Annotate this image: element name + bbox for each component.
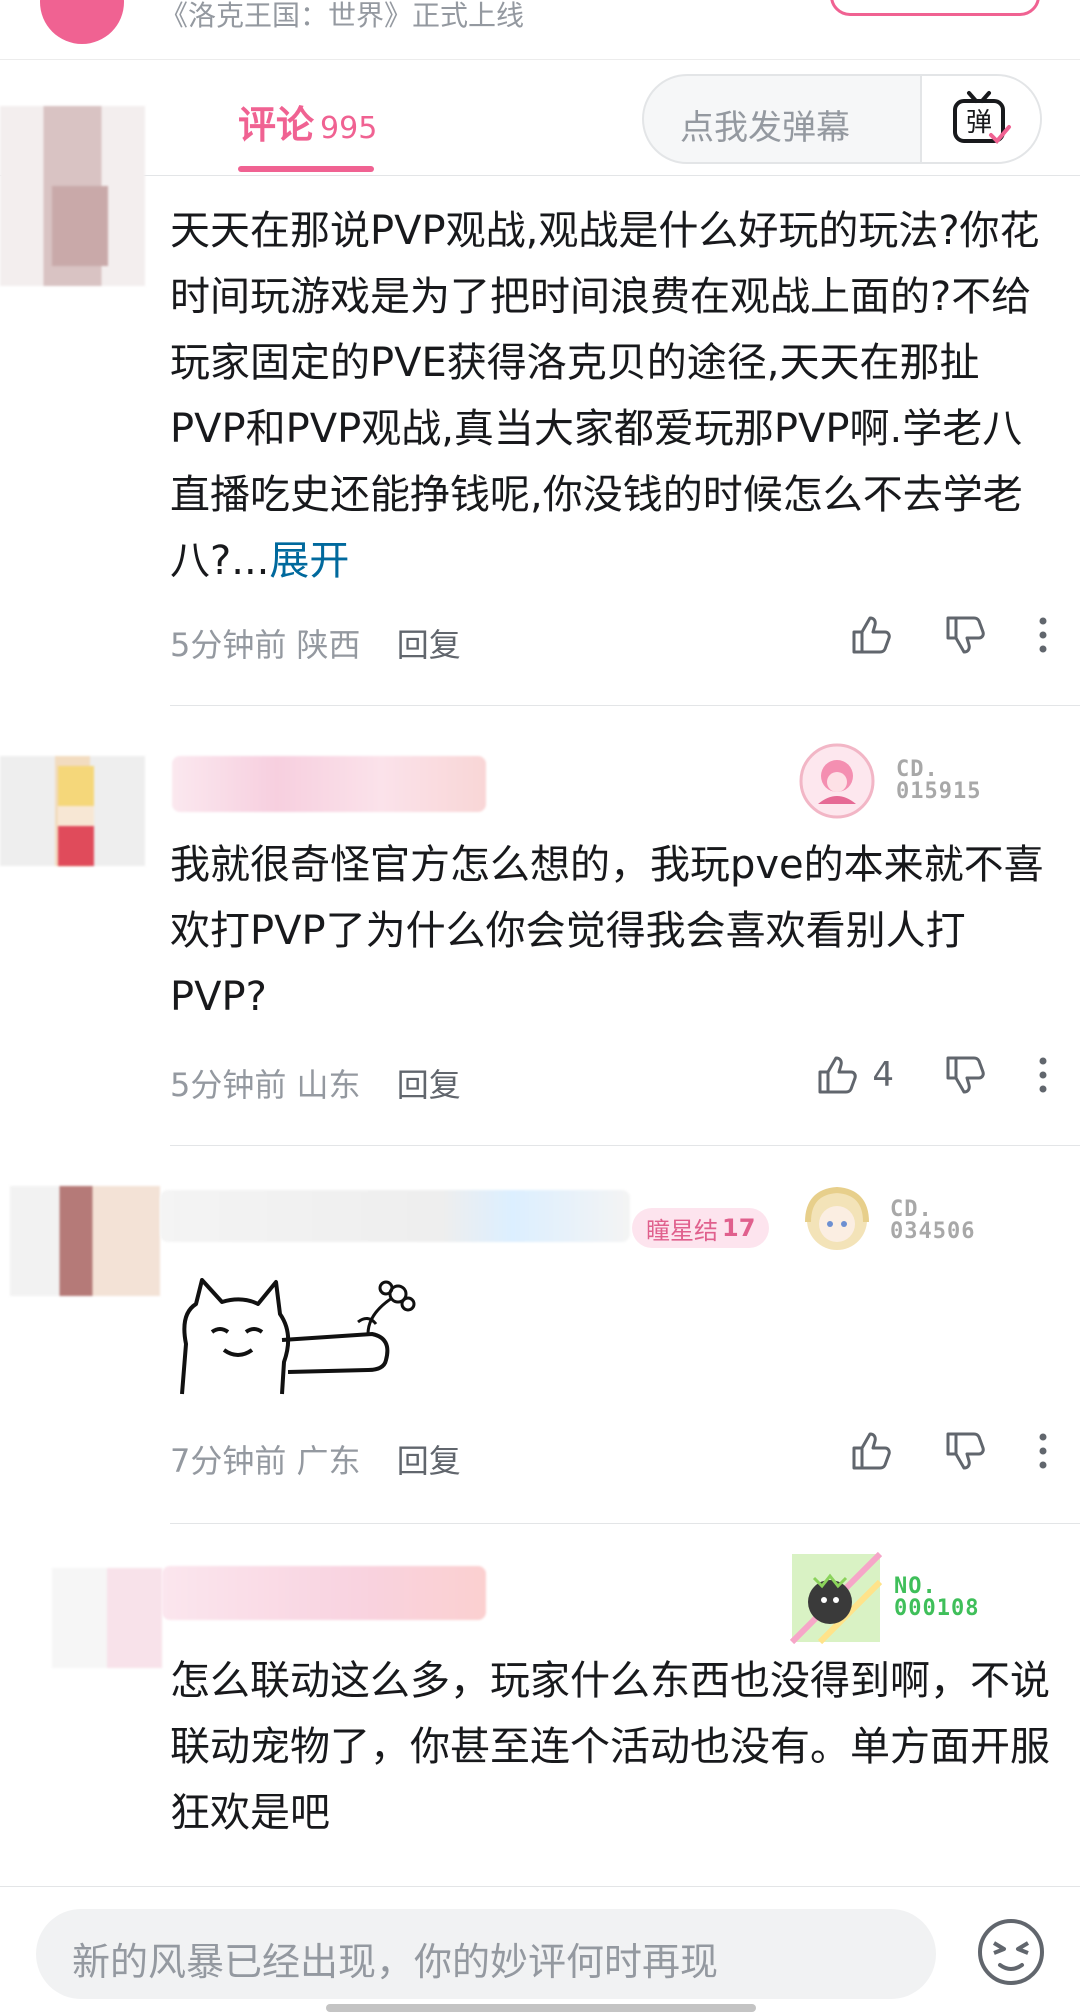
dislike-button[interactable] (942, 1428, 988, 1474)
comment-input-placeholder: 新的风暴已经出现，你的妙评何时再现 (72, 1940, 719, 1984)
more-vertical-icon (1039, 1433, 1047, 1469)
danmaku-toggle-button[interactable]: 弹 (920, 76, 1040, 162)
username-blurred (160, 1190, 630, 1242)
fan-medal-level: 17 (722, 1214, 756, 1242)
tab-active-indicator (238, 166, 374, 172)
more-button[interactable] (1036, 1431, 1050, 1471)
thumbs-down-icon (946, 1056, 985, 1094)
badge-number: CD. 034506 (890, 1197, 976, 1244)
comment-location: 广东 (296, 1442, 361, 1480)
comment-text: 天天在那说PVP观战,观战是什么好玩的玩法?你花时间玩游戏是为了把时间浪费在观战… (170, 198, 1050, 594)
avatar[interactable] (10, 1186, 160, 1296)
badge-avatar-icon (805, 1186, 869, 1250)
comment-count: 995 (320, 111, 378, 146)
badge-number: CD. 015915 (896, 757, 982, 804)
like-button[interactable] (848, 612, 894, 658)
more-vertical-icon (1039, 1057, 1047, 1093)
comment-text: 怎么联动这么多，玩家什么东西也没得到啊，不说联动宠物了，你甚至连个活动也没有。单… (170, 1658, 1050, 1836)
comment-meta: 5分钟前 陕西 回复 (170, 620, 461, 666)
reply-button[interactable]: 回复 (397, 1066, 461, 1104)
comment-actions (848, 612, 1050, 658)
username-blurred (172, 756, 486, 812)
badge-avatar-icon (799, 743, 875, 819)
emoji-face-icon (978, 1919, 1044, 1985)
tab-comments-label: 评论 (238, 103, 315, 147)
thumbs-down-icon (946, 616, 985, 654)
thumbs-down-icon (946, 1432, 985, 1470)
comment-input[interactable]: 新的风暴已经出现，你的妙评何时再现 (36, 1909, 936, 1999)
avatar-character (58, 766, 94, 866)
dislike-button[interactable] (942, 1052, 988, 1098)
avatar-pixelated (52, 186, 108, 266)
comment-text-content: 天天在那说PVP观战,观战是什么好玩的玩法?你花时间玩游戏是为了把时间浪费在观战… (170, 208, 1040, 584)
comment-meta: 7分钟前 广东 回复 (170, 1436, 461, 1482)
comment-item: 瞳星结 17 CD. 034506 7分钟前 广东 回复 (0, 1146, 1080, 1524)
fan-medal-tag[interactable]: 瞳星结 17 (632, 1208, 770, 1248)
comment-meta: 5分钟前 山东 回复 (170, 1060, 461, 1106)
follow-button[interactable] (830, 0, 1040, 16)
username-blurred (162, 1566, 486, 1620)
tab-bar: 简介 评论995 点我发弹幕 弹 (0, 60, 1080, 176)
fan-medal-name: 瞳星结 (646, 1216, 718, 1245)
comment-time: 7分钟前 (170, 1442, 287, 1480)
comment-location: 山东 (296, 1066, 361, 1104)
fan-badge[interactable]: CD. 015915 (798, 742, 981, 820)
more-button[interactable] (1036, 1055, 1050, 1095)
avatar[interactable] (52, 1568, 162, 1668)
svg-text:弹: 弹 (966, 108, 992, 138)
fan-badge[interactable]: NO. 000108 (790, 1552, 979, 1644)
more-vertical-icon (1039, 617, 1047, 653)
danmaku-placeholder: 点我发弹幕 (680, 108, 850, 148)
cat-flower-sticker (180, 1278, 416, 1395)
dislike-button[interactable] (942, 612, 988, 658)
reply-button[interactable]: 回复 (397, 626, 461, 664)
expand-link[interactable]: 展开 (269, 538, 349, 584)
comment-input-bar: 新的风暴已经出现，你的妙评何时再现 (0, 1886, 1080, 2016)
comment-item: 天天在那说PVP观战,观战是什么好玩的玩法?你花时间玩游戏是为了把时间浪费在观战… (0, 106, 1080, 706)
video-subtitle: 《洛克王国：世界》正式上线 (160, 0, 525, 32)
video-header-strip: 《洛克王国：世界》正式上线 (0, 0, 1080, 60)
tab-comments[interactable]: 评论 995 (238, 94, 377, 149)
danmaku-tv-icon: 弹 (953, 91, 1011, 144)
fan-badge[interactable]: CD. 034506 (798, 1182, 975, 1260)
like-button[interactable] (848, 1428, 894, 1474)
comment-location: 陕西 (296, 626, 361, 664)
comment-item: NO. 000108 怎么联动这么多，玩家什么东西也没得到啊，不说联动宠物了，你… (0, 1524, 1080, 1886)
comment-item: CD. 015915 我就很奇怪官方怎么想的，我玩pve的本来就不喜欢打PVP了… (0, 706, 1080, 1146)
comment-time: 5分钟前 (170, 1066, 287, 1104)
comment-actions: 4 (814, 1052, 1050, 1098)
danmaku-input[interactable]: 点我发弹幕 弹 (642, 74, 1042, 164)
comment-time: 5分钟前 (170, 626, 287, 664)
comment-actions (848, 1428, 1050, 1474)
home-indicator (326, 2004, 756, 2012)
emoji-button[interactable] (974, 1915, 1048, 1989)
like-button[interactable]: 4 (814, 1052, 894, 1098)
like-count: 4 (872, 1055, 894, 1095)
more-button[interactable] (1036, 615, 1050, 655)
thumbs-up-icon (852, 616, 891, 654)
badge-avatar-icon (790, 1552, 882, 1644)
thumbs-up-icon (852, 1432, 891, 1470)
badge-number: NO. 000108 (894, 1574, 980, 1621)
comment-text: 我就很奇怪官方怎么想的，我玩pve的本来就不喜欢打PVP了为什么你会觉得我会喜欢… (170, 842, 1044, 1020)
uploader-avatar[interactable] (40, 0, 124, 44)
reply-button[interactable]: 回复 (397, 1442, 461, 1480)
thumbs-up-icon (818, 1056, 858, 1094)
